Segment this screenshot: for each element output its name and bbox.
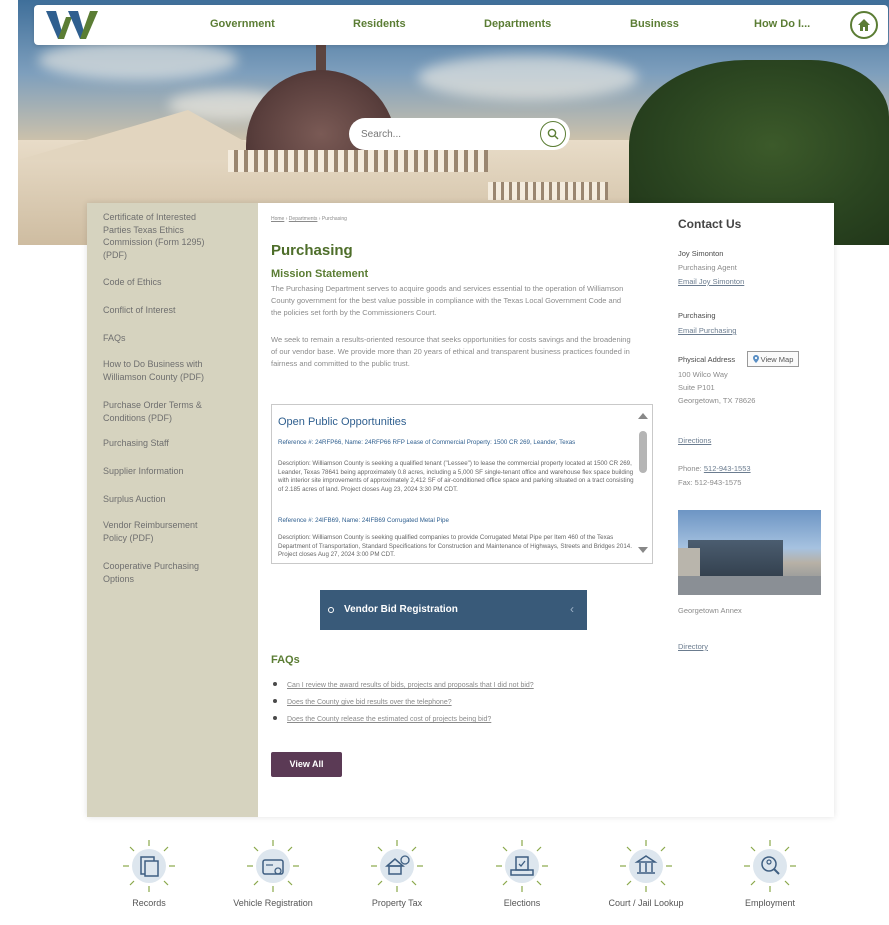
map-pin-icon: [752, 355, 759, 363]
chevron-left-icon: ‹: [570, 602, 574, 616]
open-opportunities-widget[interactable]: Open Public Opportunities Reference #: 2…: [271, 404, 653, 564]
top-navigation: Government Residents Departments Busines…: [34, 5, 888, 45]
sidebar-item-code-of-ethics[interactable]: Code of Ethics: [103, 276, 223, 289]
faq-item: Does the County give bid results over th…: [273, 699, 452, 706]
vendor-bid-label: Vendor Bid Registration: [344, 604, 458, 615]
faqs-heading: FAQs: [271, 654, 300, 666]
quick-link-label: Vehicle Registration: [233, 898, 313, 908]
mission-paragraph-1: The Purchasing Department serves to acqu…: [271, 284, 624, 317]
fax-line: Fax: 512-943-1575: [678, 478, 742, 487]
address-label: Physical Address: [678, 355, 736, 364]
elections-icon: [496, 840, 548, 892]
opportunities-title: Open Public Opportunities: [278, 416, 407, 428]
address-line: 100 Wilco Way: [678, 370, 728, 379]
page-title: Purchasing: [271, 242, 353, 259]
address-line: Suite P101: [678, 383, 715, 392]
main-content-card: Certificate of Interested Parties Texas …: [87, 203, 834, 817]
nav-residents[interactable]: Residents: [353, 18, 406, 30]
sidebar-item-conflict-of-interest[interactable]: Conflict of Interest: [103, 304, 223, 317]
breadcrumb-current: Purchasing: [321, 216, 347, 222]
faq-link[interactable]: Can I review the award results of bids, …: [287, 682, 534, 689]
quick-link-employment[interactable]: Employment: [730, 838, 810, 920]
faq-link[interactable]: Does the County give bid results over th…: [287, 699, 452, 706]
court-jail-lookup-icon: [620, 840, 672, 892]
bullet-icon: [273, 716, 277, 720]
view-all-faqs-button[interactable]: View All: [271, 752, 342, 777]
sidebar-item-faqs[interactable]: FAQs: [103, 332, 223, 345]
site-search: [349, 118, 570, 150]
breadcrumb-departments[interactable]: Departments: [289, 216, 318, 222]
quick-link-property-tax[interactable]: Property Tax: [357, 838, 437, 920]
nav-business[interactable]: Business: [630, 18, 679, 30]
opportunity-ref-link[interactable]: Reference #: 24IFB69, Name: 24IFB69 Corr…: [278, 517, 628, 524]
opportunity-ref-link[interactable]: Reference #: 24RFP66, Name: 24RFP66 RFP …: [278, 439, 628, 446]
quick-link-records[interactable]: Records: [109, 838, 189, 920]
faq-link[interactable]: Does the County release the estimated co…: [287, 716, 491, 723]
phone-line: Phone: 512-943-1553: [678, 464, 751, 473]
address-line: Georgetown, TX 78626: [678, 396, 756, 405]
directions-link[interactable]: Directions: [678, 436, 711, 445]
sidebar-item-cooperative-purchasing[interactable]: Cooperative Purchasing Options: [103, 560, 223, 585]
quick-link-elections[interactable]: Elections: [482, 838, 562, 920]
sidebar-item-supplier-information[interactable]: Supplier Information: [103, 465, 223, 478]
nav-departments[interactable]: Departments: [484, 18, 551, 30]
scrollbar-thumb[interactable]: [639, 431, 647, 473]
sidebar-item-purchase-order-terms[interactable]: Purchase Order Terms & Conditions (PDF): [103, 399, 223, 424]
contact-person-name: Joy Simonton: [678, 249, 724, 258]
search-icon: [547, 128, 559, 140]
annex-caption: Georgetown Annex: [678, 606, 742, 615]
email-person-link[interactable]: Email Joy Simonton: [678, 277, 744, 286]
vendor-bid-registration-button[interactable]: Vendor Bid Registration ‹: [320, 590, 587, 630]
sidebar-item-purchasing-staff[interactable]: Purchasing Staff: [103, 437, 223, 450]
nav-how-do-i[interactable]: How Do I...: [754, 18, 810, 30]
breadcrumb: Home › Departments › Purchasing: [271, 216, 347, 222]
sidebar-nav: Certificate of Interested Parties Texas …: [87, 203, 258, 817]
home-button[interactable]: [850, 11, 878, 39]
sidebar-item-how-to-do-business[interactable]: How to Do Business with Williamson Count…: [103, 358, 223, 383]
view-map-label: View Map: [760, 354, 794, 364]
bullet-icon: [273, 699, 277, 703]
property-tax-icon: [371, 840, 423, 892]
home-icon: [858, 19, 870, 31]
opportunity-description: Description: Williamson County is seekin…: [278, 460, 634, 493]
sidebar-item-vendor-reimbursement-policy[interactable]: Vendor Reimbursement Policy (PDF): [103, 519, 223, 544]
county-logo[interactable]: [44, 9, 98, 43]
quick-link-label: Employment: [744, 898, 796, 908]
records-icon: [123, 840, 175, 892]
breadcrumb-home[interactable]: Home: [271, 216, 284, 222]
email-department-link[interactable]: Email Purchasing: [678, 326, 736, 335]
scroll-up-arrow[interactable]: [638, 413, 648, 419]
bullet-icon: [273, 682, 277, 686]
nav-government[interactable]: Government: [210, 18, 275, 30]
contact-person-title: Purchasing Agent: [678, 263, 737, 272]
sidebar-item-certificate-form-1295[interactable]: Certificate of Interested Parties Texas …: [103, 211, 223, 261]
faq-item: Does the County release the estimated co…: [273, 716, 491, 723]
department-name: Purchasing: [678, 311, 716, 320]
opportunity-description: Description: Williamson County is seekin…: [278, 534, 632, 559]
view-map-button[interactable]: View Map: [747, 351, 799, 367]
quick-link-label: Property Tax: [371, 898, 423, 908]
circle-icon: [328, 607, 334, 613]
directory-link[interactable]: Directory: [678, 642, 708, 651]
search-input[interactable]: [361, 126, 531, 142]
quick-link-label: Records: [132, 898, 166, 908]
employment-icon: [744, 840, 796, 892]
phone-link[interactable]: 512-943-1553: [704, 464, 751, 473]
vehicle-registration-icon: [247, 840, 299, 892]
contact-heading: Contact Us: [678, 217, 742, 231]
search-button[interactable]: [540, 121, 566, 147]
georgetown-annex-photo: [678, 510, 821, 595]
mission-paragraph-2: We seek to remain a results-oriented res…: [271, 335, 631, 368]
quick-link-court-jail-lookup[interactable]: Court / Jail Lookup: [606, 838, 686, 920]
quick-link-vehicle-registration[interactable]: Vehicle Registration: [233, 838, 313, 920]
mission-heading: Mission Statement: [271, 268, 369, 280]
sidebar-item-surplus-auction[interactable]: Surplus Auction: [103, 493, 223, 506]
scroll-down-arrow[interactable]: [638, 547, 648, 553]
quick-link-label: Elections: [503, 898, 541, 908]
quick-link-label: Court / Jail Lookup: [608, 898, 684, 908]
faq-item: Can I review the award results of bids, …: [273, 682, 534, 689]
